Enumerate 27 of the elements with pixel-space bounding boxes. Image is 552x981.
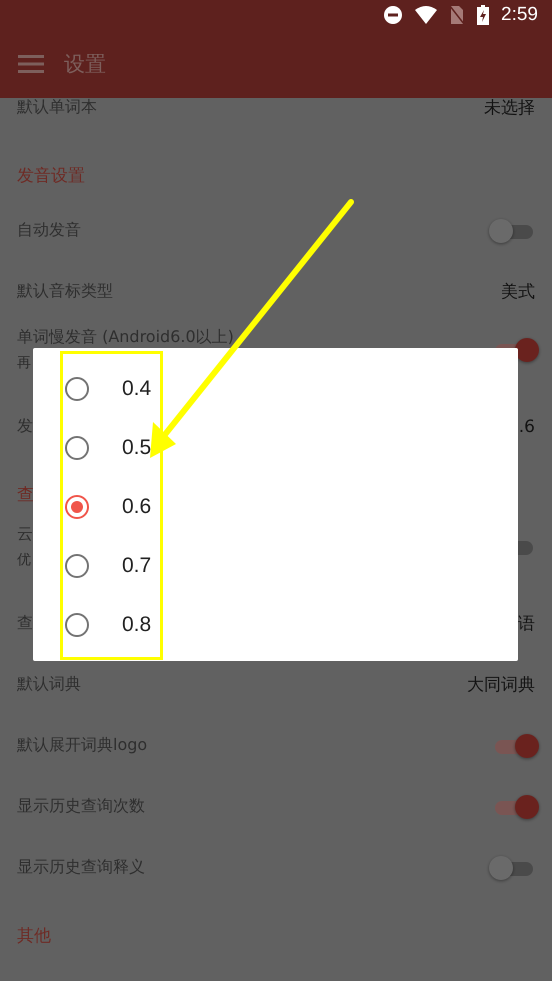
section-header: 其他 [17, 926, 51, 946]
no-sim-icon [449, 5, 466, 25]
section-header: 发音设置 [17, 166, 85, 186]
section-header: 查 [17, 485, 34, 505]
option-label[interactable]: 0.4 [122, 376, 152, 400]
radio-button[interactable] [65, 376, 89, 400]
setting-value: 美式 [501, 281, 535, 303]
setting-value: 未选择 [484, 98, 535, 119]
wifi-icon [415, 6, 438, 24]
radio-button[interactable] [65, 554, 89, 578]
radio-button[interactable] [65, 494, 89, 518]
battery-charging-icon [477, 5, 490, 25]
screen-title: 设置 [64, 51, 106, 78]
option-label[interactable]: 0.7 [122, 554, 152, 578]
setting-subtitle: 再 [17, 354, 32, 372]
radio-button[interactable] [65, 436, 89, 460]
option-label[interactable]: 0.6 [122, 494, 152, 518]
status-time: 2:59 [501, 4, 538, 26]
setting-value: 大同词典 [467, 674, 535, 696]
radio-button[interactable] [65, 612, 89, 636]
setting-value: .6 [518, 416, 535, 436]
do-not-disturb-icon [383, 5, 404, 25]
menu-icon[interactable] [18, 54, 44, 74]
option-label[interactable]: 0.5 [122, 436, 152, 460]
option-label[interactable]: 0.8 [122, 612, 152, 636]
setting-value: 语 [518, 613, 535, 635]
setting-subtitle: 优 [17, 551, 32, 569]
